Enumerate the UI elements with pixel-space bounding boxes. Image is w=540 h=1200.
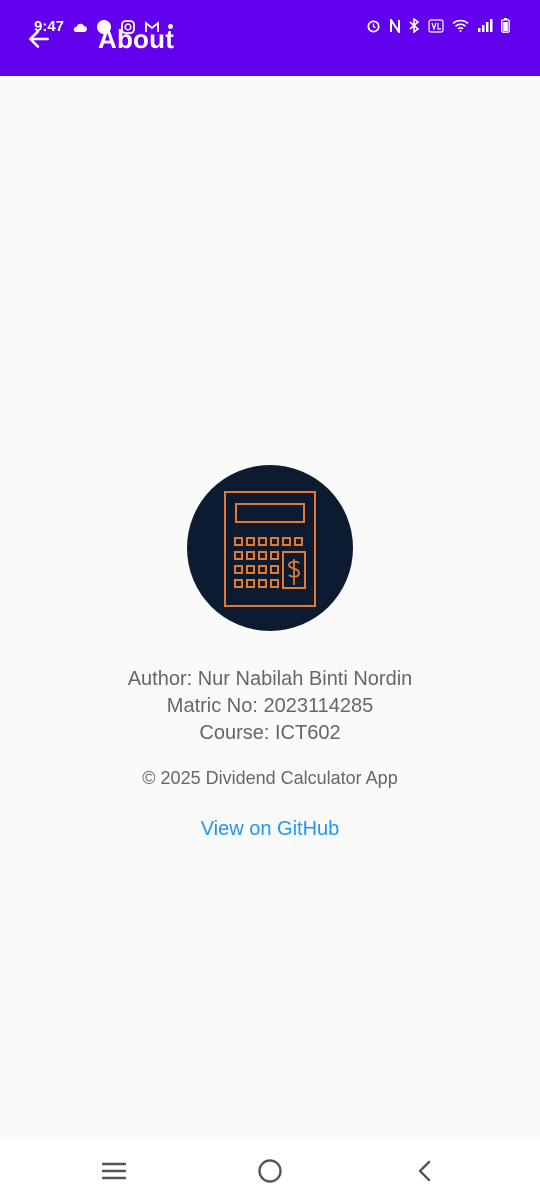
calculator-dollar-icon — [224, 491, 316, 607]
arrow-back-icon — [29, 30, 49, 48]
home-button[interactable] — [253, 1154, 287, 1188]
wifi-icon — [452, 19, 469, 32]
status-bar: 9:47 — [0, 0, 540, 48]
about-content: Author: Nur Nabilah Binti Nordin Matric … — [0, 76, 540, 1140]
battery-icon — [501, 18, 510, 33]
github-link[interactable]: View on GitHub — [0, 818, 540, 841]
back-button[interactable] — [22, 22, 56, 56]
chevron-left-icon — [418, 1160, 431, 1182]
nfc-icon — [390, 18, 400, 33]
page-title: About — [98, 24, 175, 54]
signal-icon — [478, 19, 493, 32]
alarm-icon — [367, 20, 380, 33]
cloud-icon — [73, 23, 88, 32]
status-right — [366, 18, 510, 33]
menu-lines-icon — [101, 1162, 127, 1180]
matric-number: Matric No: 2023114285 — [166, 695, 374, 717]
volte-icon — [428, 18, 444, 33]
system-nav-bar — [0, 1140, 540, 1200]
course-code: Course: ICT602 — [199, 722, 341, 744]
home-circle-icon — [258, 1159, 282, 1183]
bluetooth-icon — [409, 18, 420, 33]
author-name: Author: Nur Nabilah Binti Nordin — [127, 668, 413, 690]
author-info: Author: Nur Nabilah Binti Nordin Matric … — [0, 666, 540, 747]
system-back-button[interactable] — [408, 1154, 442, 1188]
app-logo — [187, 465, 353, 631]
app-bar: 9:47 About — [0, 0, 540, 76]
recents-button[interactable] — [97, 1154, 131, 1188]
copyright-text: © 2025 Dividend Calculator App — [142, 768, 398, 788]
